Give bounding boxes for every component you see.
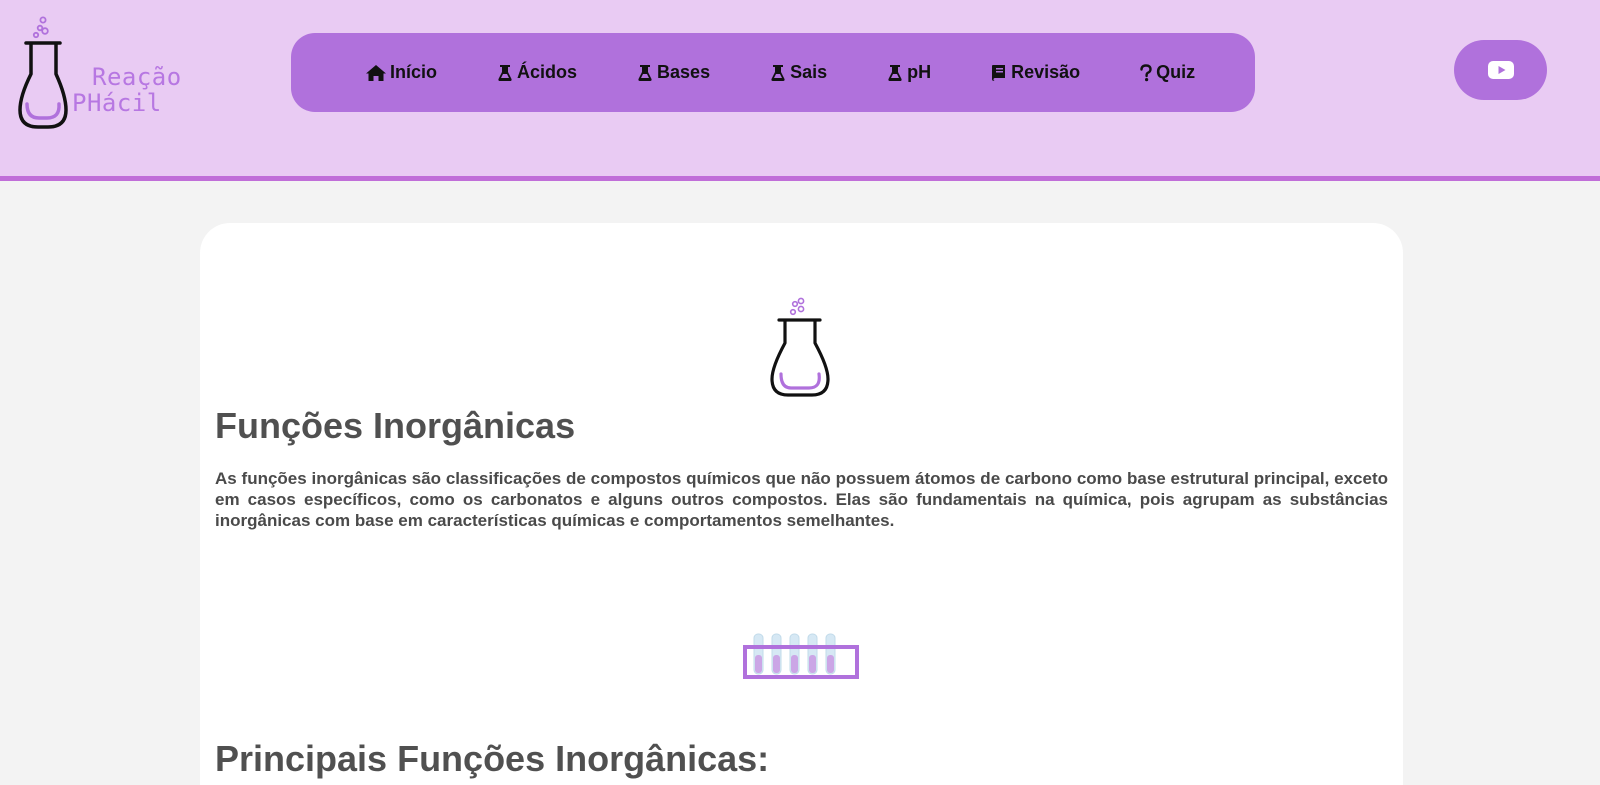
nav-item-label: Início [390, 62, 438, 82]
nav-item-ph[interactable]: pH [886, 62, 931, 83]
main-nav: Início Ácidos Bases Sais pH Revisão Quiz [291, 33, 1255, 112]
test-tube-rack-icon [743, 633, 859, 679]
flask-logo-icon [18, 16, 68, 129]
intro-paragraph: As funções inorgânicas são classificaçõe… [215, 469, 1388, 530]
flask-icon [498, 64, 512, 81]
nav-item-bases[interactable]: Bases [636, 62, 710, 83]
flask-icon [638, 64, 652, 81]
logo-link[interactable]: Reação PHácil [14, 14, 204, 134]
nav-item-label: Ácidos [517, 62, 578, 82]
question-icon [1140, 63, 1152, 81]
nav-item-label: pH [907, 62, 932, 82]
book-icon [992, 64, 1006, 81]
flask-icon [888, 64, 902, 81]
section-title: Principais Funções Inorgânicas: [215, 738, 770, 779]
nav-item-label: Bases [657, 62, 711, 82]
nav-item-sais[interactable]: Sais [769, 62, 827, 83]
nav-item-label: Sais [790, 62, 828, 82]
nav-item-label: Quiz [1156, 62, 1196, 82]
nav-item-label: Revisão [1011, 62, 1081, 82]
nav-item-revisao[interactable]: Revisão [990, 62, 1080, 83]
flask-icon [771, 64, 785, 81]
youtube-icon [1487, 61, 1514, 79]
logo-text-line1: Reação [92, 63, 182, 91]
logo-text-line2: PHácil [72, 89, 162, 117]
nav-item-acidos[interactable]: Ácidos [496, 62, 577, 83]
flask-illustration-icon [770, 297, 830, 397]
nav-item-quiz[interactable]: Quiz [1139, 62, 1195, 83]
nav-item-inicio[interactable]: Início [365, 62, 437, 83]
youtube-button[interactable] [1454, 40, 1547, 100]
page-title: Funções Inorgânicas [215, 405, 576, 446]
content-card: Funções Inorgânicas As funções inorgânic… [200, 223, 1403, 785]
site-header: Reação PHácil Início Ácidos Bases Sais p… [0, 0, 1600, 181]
home-icon [366, 64, 386, 81]
